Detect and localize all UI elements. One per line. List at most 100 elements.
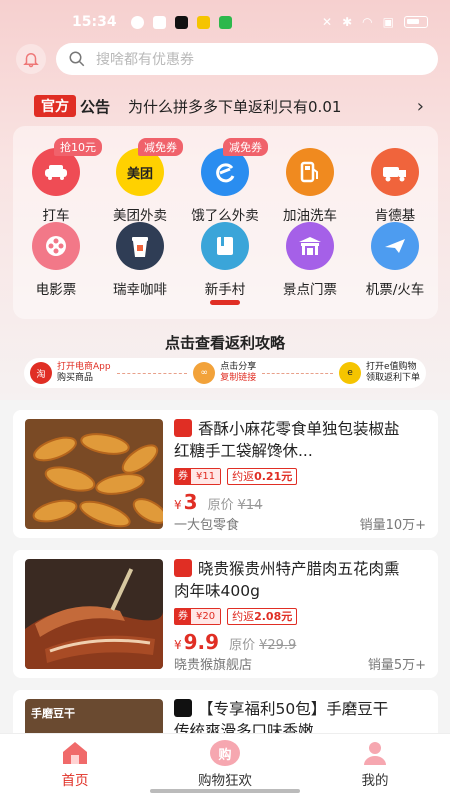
grid-item-eleme[interactable]: 减免券 饿了么外卖 [185,138,268,224]
home-icon [63,742,87,764]
nav-label: 购物狂欢 [198,773,252,789]
battery-icon [404,16,428,28]
coupon-value: ¥20 [191,609,221,624]
sales-count: 销量10万+ [359,518,426,533]
product-card[interactable]: 香酥小麻花零食单独包装椒盐红糖手工袋解馋休... 券 ¥11 约返0.21元 ¥ … [13,410,438,538]
grid-label: 打车 [42,208,70,224]
original-price-label: 原价 [229,638,256,653]
product-price: ¥ 9.9 原价 ¥29.9 [174,630,296,654]
grid-label: 机票/火车 [365,282,425,298]
original-price-value: ¥14 [237,498,263,513]
grid-item-movie[interactable]: 电影票 [16,222,96,298]
product-image [25,419,163,529]
guide-divider [262,372,333,374]
pinduoduo-icon [174,419,192,437]
grid-label: 瑞幸咖啡 [113,282,167,298]
coupon-label: 券 [175,609,191,624]
profile-icon [364,742,386,765]
guide-step-line2: 购买商品 [57,373,94,383]
nav-home[interactable]: 首页 [25,740,125,789]
message-icon [196,15,210,29]
grid-item-meituan[interactable]: 美团 减免券 美团外卖 [100,138,183,224]
status-time: 15:34 [72,14,117,30]
evalue-app-icon: e [338,362,361,384]
search-icon [69,51,85,67]
bluetooth-icon: ✱ [342,15,353,29]
coffee-icon [116,222,164,270]
wechat-icon [218,15,232,29]
shop-name: 晓贵猴旗舰店 [174,658,253,673]
grid-item-luckin[interactable]: 瑞幸咖啡 [100,222,180,298]
grid-item-taxi[interactable]: 抢10元 打车 [16,138,102,224]
mute-icon: ✕ [322,15,333,29]
guide-step: e 打开e值购物 领取返利下单 [338,362,420,384]
product-image-caption: 手磨豆干 [31,707,75,720]
eleme-icon: 减免券 [201,138,268,196]
nav-profile[interactable]: 我的 [325,740,425,789]
rebate-label: 约返 [232,470,255,483]
product-price: ¥ 3 原价 ¥14 [174,490,262,514]
guide-title[interactable]: 点击查看返利攻略 [0,332,450,353]
announcement-bar[interactable]: 官方 公告 为什么拼多多下单返利只有0.01 › [34,94,424,118]
chevron-right-icon: › [416,95,424,117]
grid-item-attraction[interactable]: 景点门票 [270,222,350,298]
guide-step-line1: 打开电商App [57,362,111,372]
shopping-icon: 购 [210,740,240,766]
coupon-value: ¥11 [191,469,221,484]
guide-step: 淘 打开电商App 购买商品 [30,362,111,384]
meituan-icon: 美团 减免券 [116,138,183,196]
nav-shopping[interactable]: 购 购物狂欢 [175,740,275,789]
guide-step-line1: 点击分享 [220,362,257,372]
meituan-icon-text: 美团 [126,166,153,182]
film-icon [32,222,80,270]
guide-step-line2: 领取返利下单 [365,373,420,383]
grid-label: 美团外卖 [113,208,167,224]
promo-badge: 抢10元 [54,138,102,156]
nav-label: 我的 [361,773,389,789]
pinduoduo-icon [174,559,192,577]
kfc-icon [371,148,419,196]
notification-icons [130,15,232,29]
grid-item-kfc[interactable]: 肯德基 [355,148,435,224]
grid-label: 电影票 [35,282,77,298]
nav-label: 首页 [61,773,89,789]
link-icon: ∞ [193,362,216,384]
price-currency: ¥ [174,638,182,652]
gallery-icon [152,15,166,29]
grid-item-fuel[interactable]: 加油洗车 [270,148,350,224]
promo-badge: 减免券 [138,138,183,156]
grid-label: 加油洗车 [283,208,337,224]
rebate-tag: 约返2.08元 [227,608,298,625]
tiktok-icon [174,15,188,29]
plane-icon [371,222,419,270]
search-bar[interactable]: 搜啥都有优惠券 [56,43,438,75]
product-card[interactable]: 晓贵猴贵州特产腊肉五花肉熏肉年味400g 券 ¥20 约返2.08元 ¥ 9.9 … [13,550,438,678]
wifi-icon: ◠ [362,15,373,29]
product-tags: 券 ¥11 约返0.21元 [174,468,298,485]
shop-name: 一大包零食 [174,518,240,533]
promo-badge: 减免券 [223,138,268,156]
notification-bell-button[interactable] [16,44,46,74]
gesture-bar [150,789,300,793]
car-icon: 抢10元 [32,138,102,196]
announcement-text: 为什么拼多多下单返利只有0.01 [128,97,342,116]
coupon-tag: 券 ¥11 [174,468,222,485]
grid-item-flight[interactable]: 机票/火车 [355,222,435,298]
original-price-label: 原价 [207,498,234,513]
price-currency: ¥ [174,498,182,512]
rebate-guide-banner[interactable]: 淘 打开电商App 购买商品 ∞ 点击分享 复制链接 e 打开e值购物 领取返利下单 [24,358,426,388]
shop-app-icon: 淘 [30,362,52,384]
grid-item-newbie[interactable]: 新手村 [185,222,265,298]
grid-label: 景点门票 [283,282,337,298]
product-title: 晓贵猴贵州特产腊肉五花肉熏肉年味400g [174,558,400,602]
product-tags: 券 ¥20 约返2.08元 [174,608,298,625]
grid-label: 新手村 [204,282,246,298]
rebate-tag: 约返0.21元 [227,468,298,485]
douyin-icon [174,699,192,717]
rebate-value: 0.21元 [254,470,293,483]
guide-step-line1: 打开e值购物 [365,362,417,372]
official-tag: 官方 [34,95,76,117]
guide-step-line2: 复制链接 [220,373,257,383]
fuel-icon [286,148,334,196]
search-placeholder: 搜啥都有优惠券 [96,52,194,68]
